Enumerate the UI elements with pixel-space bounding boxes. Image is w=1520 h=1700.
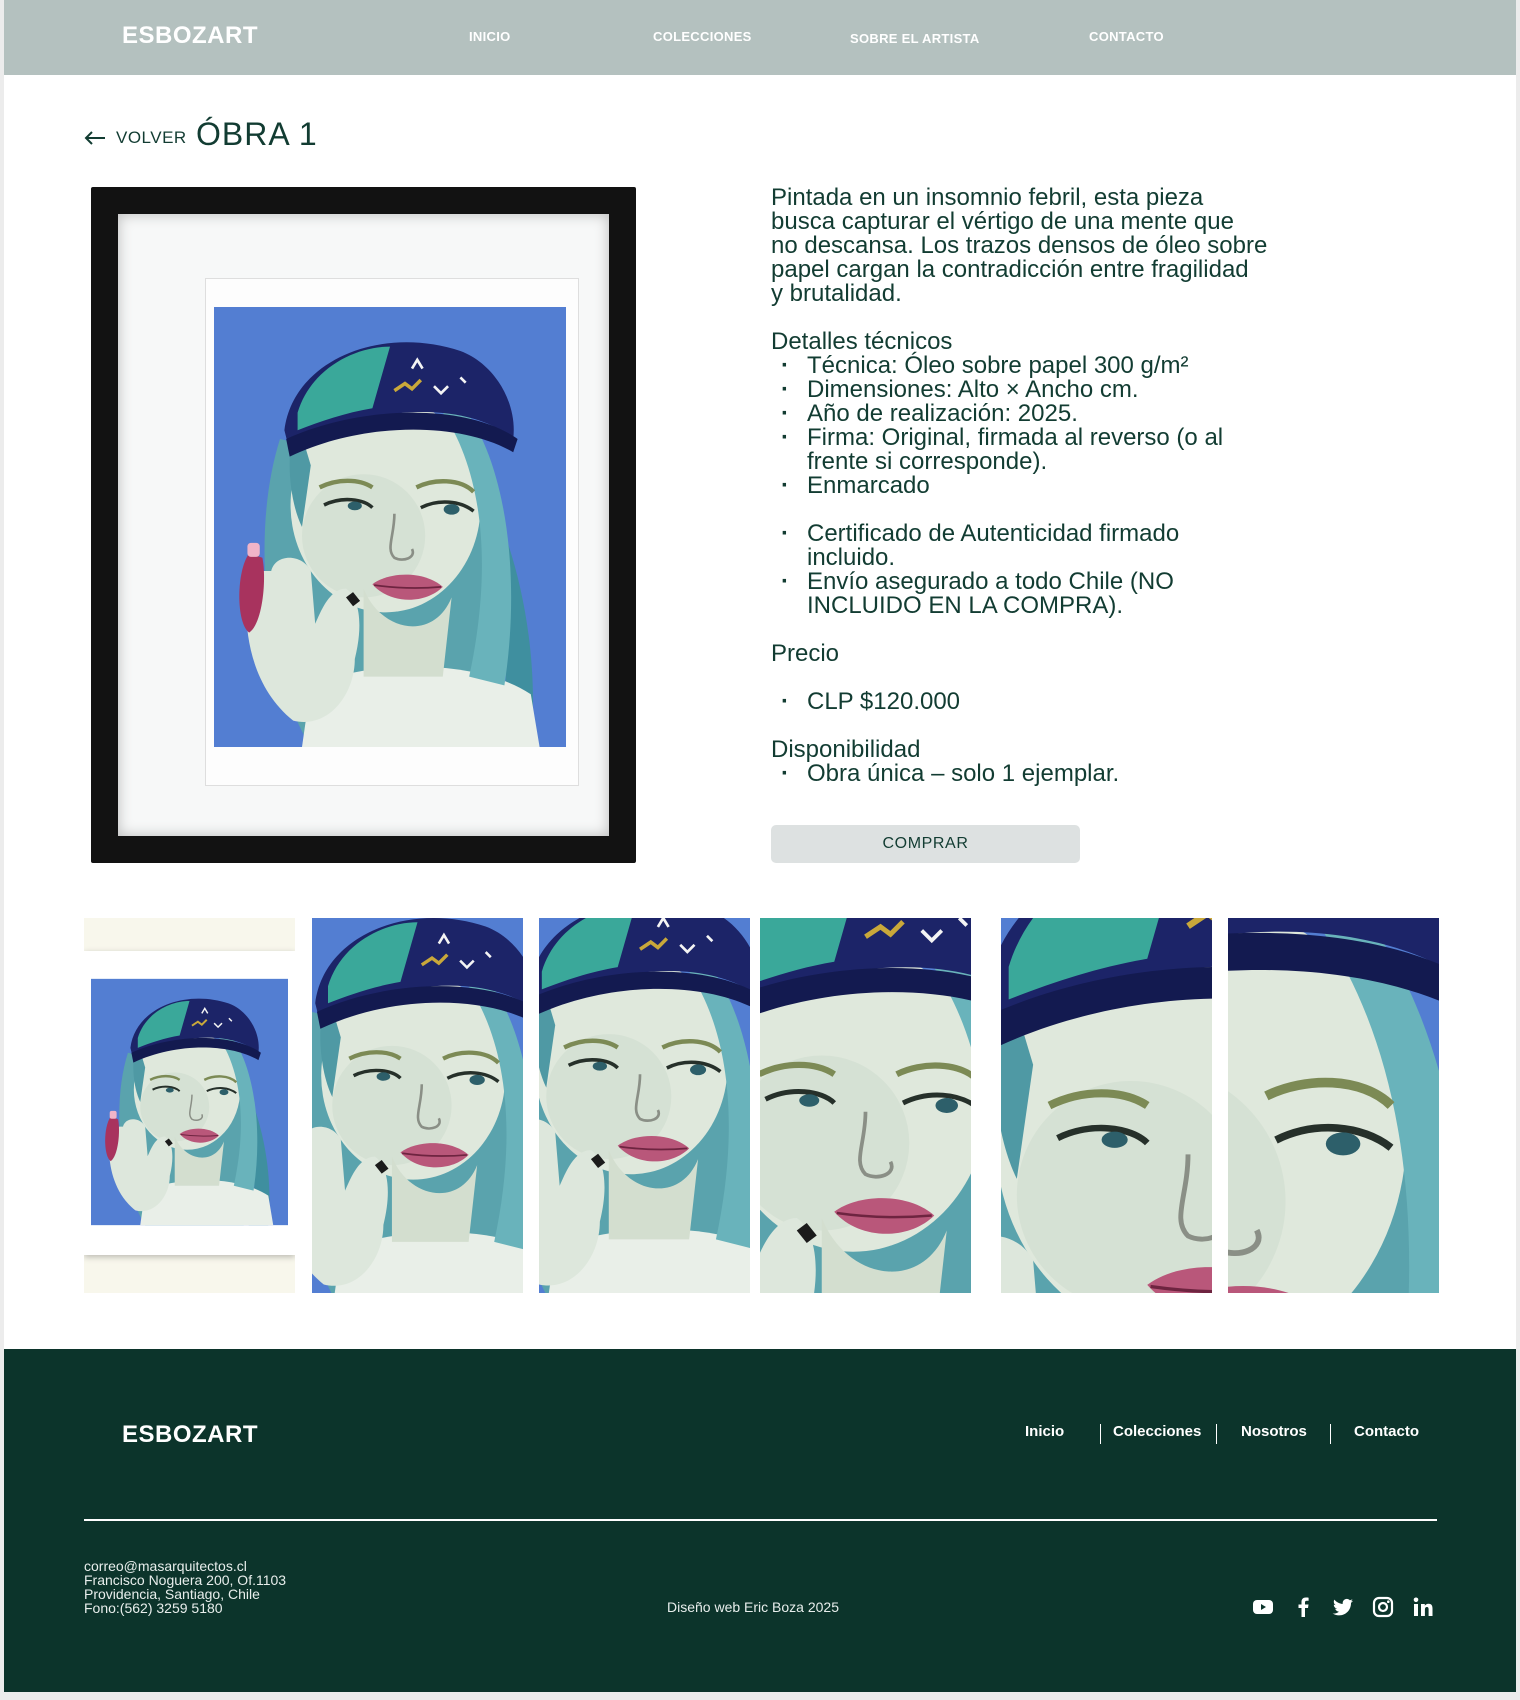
artwork-mat bbox=[118, 214, 609, 836]
extra-item: Certificado de Autenticidad firmadoinclu… bbox=[781, 520, 1331, 571]
detail-text: Técnica: Óleo sobre papel 300 g/m² bbox=[807, 352, 1189, 379]
brand-logo[interactable]: ESBOZART bbox=[122, 22, 258, 50]
details-list: Técnica: Óleo sobre papel 300 g/m² Dimen… bbox=[771, 352, 1331, 499]
availability-list: Obra única – solo 1 ejemplar. bbox=[771, 762, 1331, 787]
page-title: ÓBRA 1 bbox=[196, 116, 318, 152]
footer-nav-divider bbox=[1330, 1424, 1331, 1444]
instagram-icon[interactable] bbox=[1371, 1595, 1395, 1619]
detail-text: frente si corresponde). bbox=[807, 448, 1048, 475]
contact-address: Francisco Noguera 200, Of.1103 bbox=[84, 1572, 287, 1588]
footer-contact: correo@masarquitectos.cl Francisco Nogue… bbox=[84, 1559, 286, 1615]
painting-detail bbox=[312, 918, 523, 1293]
detail-item: Firma: Original, firmada al reverso (o a… bbox=[781, 424, 1331, 475]
gallery-thumbnail[interactable] bbox=[312, 918, 523, 1293]
detail-text: Año de realización: 2025. bbox=[807, 400, 1078, 427]
footer-divider bbox=[84, 1519, 1437, 1521]
gallery-thumbnail[interactable] bbox=[84, 918, 295, 1293]
intro-line: y brutalidad. bbox=[771, 280, 902, 307]
footer-nav-colecciones[interactable]: Colecciones bbox=[1113, 1423, 1201, 1440]
intro-line: no descansa. Los trazos densos de óleo s… bbox=[771, 232, 1268, 259]
footer: ESBOZART Inicio Colecciones Nosotros Con… bbox=[4, 1349, 1516, 1692]
artwork-paper bbox=[205, 278, 579, 786]
price-list: CLP $120.000 bbox=[771, 690, 1331, 715]
detail-text: Enmarcado bbox=[807, 472, 930, 499]
back-link[interactable]: VOLVER bbox=[84, 128, 187, 148]
gallery-thumbnail[interactable] bbox=[1001, 918, 1212, 1293]
painting-detail bbox=[539, 918, 750, 1293]
footer-nav-contacto[interactable]: Contacto bbox=[1354, 1423, 1419, 1440]
detail-item: Año de realización: 2025. bbox=[781, 400, 1331, 427]
footer-nav-divider bbox=[1216, 1424, 1217, 1444]
youtube-icon[interactable] bbox=[1251, 1595, 1275, 1619]
page: ESBOZART INICIO COLECCIONES SOBRE EL ART… bbox=[4, 0, 1516, 1692]
extra-text: incluido. bbox=[807, 544, 896, 571]
painting-detail bbox=[1228, 918, 1439, 1293]
painting-illustration bbox=[91, 978, 288, 1226]
painting-detail bbox=[1001, 918, 1212, 1293]
nav-inicio[interactable]: INICIO bbox=[469, 29, 511, 44]
extra-text: INCLUIDO EN LA COMPRA). bbox=[807, 592, 1124, 619]
detail-text: Firma: Original, firmada al reverso (o a… bbox=[807, 424, 1224, 451]
facebook-icon[interactable] bbox=[1291, 1595, 1315, 1619]
nav-sobre-el-artista[interactable]: SOBRE EL ARTISTA bbox=[850, 31, 980, 46]
top-nav-bar: ESBOZART INICIO COLECCIONES SOBRE EL ART… bbox=[4, 0, 1516, 75]
detail-text: Dimensiones: Alto × Ancho cm. bbox=[807, 376, 1139, 403]
intro-line: papel cargan la contradicción entre frag… bbox=[771, 256, 1249, 283]
linkedin-icon[interactable] bbox=[1411, 1595, 1435, 1619]
artwork-main-image[interactable] bbox=[91, 187, 636, 863]
back-label: VOLVER bbox=[116, 128, 187, 147]
nav-contacto[interactable]: CONTACTO bbox=[1089, 29, 1164, 44]
gallery-thumbnail[interactable] bbox=[760, 918, 971, 1293]
availability-value: Obra única – solo 1 ejemplar. bbox=[781, 762, 1331, 787]
footer-nav-inicio[interactable]: Inicio bbox=[1025, 1423, 1064, 1440]
nav-colecciones[interactable]: COLECCIONES bbox=[653, 29, 752, 44]
extra-text: Envío asegurado a todo Chile (NO bbox=[807, 568, 1174, 595]
footer-brand[interactable]: ESBOZART bbox=[122, 1421, 258, 1449]
detail-item: Técnica: Óleo sobre papel 300 g/m² bbox=[781, 352, 1331, 379]
gallery-thumbnail[interactable] bbox=[1228, 918, 1439, 1293]
footer-nav-nosotros[interactable]: Nosotros bbox=[1241, 1423, 1307, 1440]
footer-credit: Diseño web Eric Boza 2025 bbox=[667, 1599, 839, 1615]
buy-button[interactable]: COMPRAR bbox=[771, 825, 1080, 863]
detail-item: Enmarcado bbox=[781, 472, 1331, 499]
price-value: CLP $120.000 bbox=[781, 690, 1331, 715]
extras-list: Certificado de Autenticidad firmadoinclu… bbox=[771, 522, 1331, 618]
details-heading: Detalles técnicos bbox=[771, 328, 953, 355]
painting-detail bbox=[760, 918, 971, 1293]
availability-heading: Disponibilidad bbox=[771, 736, 921, 763]
footer-nav-divider bbox=[1100, 1424, 1101, 1444]
detail-item: Dimensiones: Alto × Ancho cm. bbox=[781, 376, 1331, 403]
extra-item: Envío asegurado a todo Chile (NOINCLUIDO… bbox=[781, 568, 1331, 619]
painting-illustration bbox=[214, 307, 566, 747]
contact-phone: Fono:(562) 3259 5180 bbox=[84, 1600, 223, 1616]
gallery-thumbnail[interactable] bbox=[539, 918, 750, 1293]
arrow-left-icon bbox=[84, 131, 105, 145]
intro-line: Pintada en un insomnio febril, esta piez… bbox=[771, 184, 1204, 211]
extra-text: Certificado de Autenticidad firmado bbox=[807, 520, 1180, 547]
artwork-description: Pintada en un insomnio febril, esta piez… bbox=[771, 184, 1331, 787]
intro-line: busca capturar el vértigo de una mente q… bbox=[771, 208, 1234, 235]
contact-email[interactable]: correo@masarquitectos.cl bbox=[84, 1559, 286, 1573]
contact-city: Providencia, Santiago, Chile bbox=[84, 1586, 260, 1602]
price-heading: Precio bbox=[771, 640, 840, 667]
twitter-icon[interactable] bbox=[1331, 1595, 1355, 1619]
thumbnail-paper bbox=[84, 951, 295, 1255]
